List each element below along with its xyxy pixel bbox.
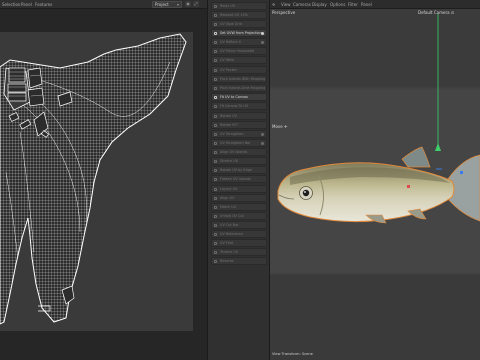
cmd-uv-straighten-bar[interactable]: UV Straighten Bar (211, 139, 267, 147)
menu-filter[interactable]: Filter (348, 2, 358, 7)
command-icon (214, 132, 217, 136)
uv-menubar: Selection Panel Features Project ▾ ◉ ⤢ (0, 0, 207, 9)
cmd-flatten-uv-islands[interactable]: Flatten UV Islands (211, 175, 267, 183)
cmd-uv-mirror-horizontal[interactable]: UV Mirror Horizontal (211, 47, 267, 55)
command-icon (214, 196, 217, 200)
cmd-align-uv[interactable]: Align UV (211, 194, 267, 202)
viewport-canvas[interactable]: Perspective Default Camera ⊡ Move ✛ (270, 9, 480, 360)
cmd-unfold-uv-cut[interactable]: Unfold UV Cut (211, 212, 267, 220)
cmd-fit-canvas-to-uv[interactable]: Fit Canvas To UV (211, 102, 267, 110)
viewport-camera-name[interactable]: Default Camera ⊡ (418, 10, 454, 15)
menu-panel-vp[interactable]: Panel (361, 2, 372, 7)
command-icon (214, 177, 217, 181)
uv-canvas[interactable] (0, 32, 193, 331)
gear-icon[interactable] (261, 31, 264, 35)
cmd-uv-straighten[interactable]: UV Straighten (211, 130, 267, 138)
command-icon (214, 49, 217, 53)
uv-mode-select[interactable]: Project ▾ (152, 1, 182, 8)
menu-display[interactable]: Display (312, 2, 327, 7)
command-icon (214, 214, 217, 218)
command-icon (214, 31, 217, 35)
move-tool-icon: ✛ (284, 124, 288, 129)
command-icon (214, 250, 217, 254)
axis-x-handle[interactable] (407, 185, 410, 188)
chevron-down-icon: ▾ (176, 2, 179, 7)
command-icon (214, 68, 217, 72)
cmd-set-uvw-from-projection[interactable]: Set UVW from Projection (211, 29, 267, 37)
uv-wireframe (0, 33, 187, 325)
cmd-uv-cut-bar[interactable]: UV Cut Bar (211, 221, 267, 229)
cmd-rotate-uv[interactable]: Rotate UV (211, 112, 267, 120)
expand-icon[interactable]: ⤢ (193, 1, 199, 7)
cmd-uv-weld[interactable]: UV Weld (211, 56, 267, 64)
viewport-footer-label: View Transform: Scene (272, 352, 313, 356)
command-icon (214, 232, 217, 236)
cmd-reverse[interactable]: Reverse (211, 257, 267, 265)
cmd-pack-islands-area-mapping[interactable]: Pack Islands Area Mapping (211, 84, 267, 92)
cmd-relax-uv[interactable]: Relax UV (211, 2, 267, 10)
command-icon (214, 141, 217, 145)
uv-editor-panel: Selection Panel Features Project ▾ ◉ ⤢ (0, 0, 207, 360)
cmd-align-uv-islands[interactable]: Align UV Islands (211, 148, 267, 156)
command-icon (214, 205, 217, 209)
cmd-uv-tape-grid[interactable]: UV Tape Grid (211, 20, 267, 28)
viewport-nav-icon[interactable]: ✥ (272, 2, 275, 7)
command-icon (214, 22, 217, 26)
command-icon (214, 13, 217, 17)
viewport-tool-label: Move ✛ (272, 124, 288, 129)
command-icon (214, 95, 217, 99)
gear-icon[interactable] (261, 132, 264, 136)
cmd-pack-islands-with-mapping[interactable]: Pack Islands With Mapping (211, 75, 267, 83)
viewport-menubar: ✥ View Cameras Display Options Filter Pa… (270, 0, 480, 9)
cmd-uv-reference[interactable]: UV Reference (211, 230, 267, 238)
uv-command-panel: Relax UV Relaxed UV 10% UV Tape Grid Set… (207, 0, 270, 360)
command-icon (214, 241, 217, 245)
command-icon (214, 187, 217, 191)
cmd-stretch-uv[interactable]: Stretch UV (211, 157, 267, 165)
command-icon (214, 168, 217, 172)
cmd-uv-reflect-x[interactable]: UV Reflect X (211, 38, 267, 46)
gear-icon[interactable] (261, 40, 264, 44)
command-icon (214, 114, 217, 118)
cmd-uv-fold[interactable]: UV Fold (211, 239, 267, 247)
uv-mode-select-value: Project (155, 2, 169, 7)
cmd-rotate-90[interactable]: Rotate 90° (211, 121, 267, 129)
cmd-rotate-uv-by-edge[interactable]: Rotate UV by Edge (211, 166, 267, 174)
command-icon (214, 159, 217, 163)
menu-view[interactable]: View (281, 2, 291, 7)
viewport-panel: ✥ View Cameras Display Options Filter Pa… (270, 0, 480, 360)
cmd-match-uv[interactable]: Match UV (211, 203, 267, 211)
cmd-fit-uv-to-canvas[interactable]: Fit UV to Canvas (211, 93, 267, 101)
command-icon (214, 223, 217, 227)
viewport-view-name: Perspective (272, 10, 296, 15)
command-icon (214, 58, 217, 62)
command-icon (214, 40, 217, 44)
command-icon (214, 123, 217, 127)
menu-panel[interactable]: Panel (21, 2, 32, 7)
menu-options[interactable]: Options (330, 2, 345, 7)
gear-icon[interactable] (261, 141, 264, 145)
axis-b-handle[interactable] (460, 171, 463, 174)
menu-features[interactable]: Features (35, 2, 52, 7)
camera-icon: ⊡ (450, 10, 455, 15)
command-icon (214, 86, 217, 90)
cmd-layout-uv[interactable]: Layout UV (211, 185, 267, 193)
command-icon (214, 259, 217, 263)
menu-selection[interactable]: Selection (2, 2, 20, 7)
menu-cameras[interactable]: Cameras (293, 2, 311, 7)
command-icon (214, 104, 217, 108)
cmd-relaxed-uv-10[interactable]: Relaxed UV 10% (211, 11, 267, 19)
lock-icon[interactable]: ◉ (185, 1, 191, 7)
cmd-uv-packer[interactable]: UV Packer (211, 66, 267, 74)
cmd-terrace-uv[interactable]: Terrace UV (211, 248, 267, 256)
command-icon (214, 4, 217, 8)
command-icon (214, 77, 217, 81)
viewport-scene (270, 9, 480, 360)
command-icon (214, 150, 217, 154)
